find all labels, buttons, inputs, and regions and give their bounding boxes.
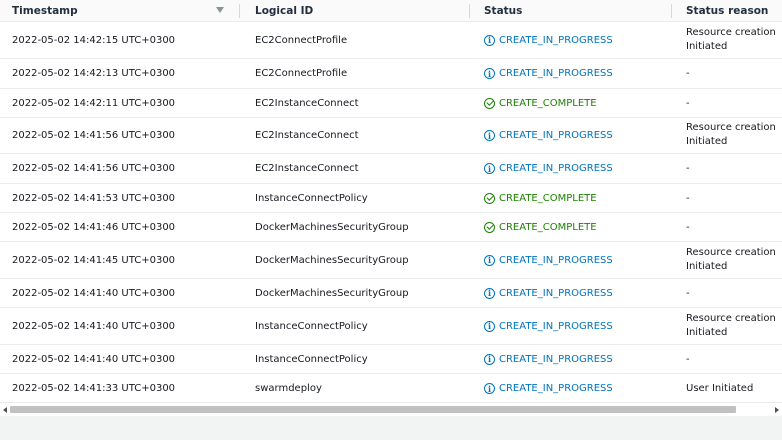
sort-down-icon[interactable] xyxy=(216,7,224,13)
scroll-left-icon[interactable] xyxy=(3,407,7,413)
cell-status-reason: Resource creation Initiated xyxy=(686,26,776,52)
cell-status-reason: - xyxy=(686,163,690,174)
table-row[interactable]: 2022-05-02 14:41:46 UTC+0300 DockerMachi… xyxy=(0,213,782,242)
horizontal-scrollbar[interactable] xyxy=(0,402,782,416)
cell-timestamp: 2022-05-02 14:41:40 UTC+0300 xyxy=(12,353,176,365)
cell-status-reason: - xyxy=(686,68,690,79)
info-circle-icon xyxy=(484,287,495,299)
column-header-status[interactable]: Status xyxy=(484,0,522,22)
table-row[interactable]: 2022-05-02 14:41:53 UTC+0300 InstanceCon… xyxy=(0,184,782,213)
table-row[interactable]: 2022-05-02 14:42:15 UTC+0300 EC2ConnectP… xyxy=(0,22,782,59)
cell-logical-id: DockerMachinesSecurityGroup xyxy=(255,254,409,266)
cell-status: CREATE_IN_PROGRESS xyxy=(484,353,613,365)
cell-timestamp: 2022-05-02 14:41:45 UTC+0300 xyxy=(12,254,176,266)
column-header-timestamp[interactable]: Timestamp xyxy=(12,0,232,22)
cell-timestamp: 2022-05-02 14:41:56 UTC+0300 xyxy=(12,130,176,141)
status-text: CREATE_COMPLETE xyxy=(499,221,597,233)
info-circle-icon xyxy=(484,130,495,141)
info-circle-icon xyxy=(484,254,495,266)
cell-logical-id: InstanceConnectPolicy xyxy=(255,353,368,365)
table-row[interactable]: 2022-05-02 14:41:45 UTC+0300 DockerMachi… xyxy=(0,242,782,279)
cell-logical-id: EC2ConnectProfile xyxy=(255,34,348,46)
table-header: Timestamp Logical ID Status Status reaso… xyxy=(0,0,782,22)
cell-status: CREATE_IN_PROGRESS xyxy=(484,34,613,46)
cell-logical-id: EC2InstanceConnect xyxy=(255,97,359,109)
cell-timestamp: 2022-05-02 14:41:46 UTC+0300 xyxy=(12,221,176,233)
table-row[interactable]: 2022-05-02 14:41:56 UTC+0300 EC2Instance… xyxy=(0,118,782,154)
cell-status: CREATE_IN_PROGRESS xyxy=(484,130,613,141)
table-row[interactable]: 2022-05-02 14:41:33 UTC+0300 swarmdeploy… xyxy=(0,374,782,404)
cell-logical-id: DockerMachinesSecurityGroup xyxy=(255,221,409,233)
status-text: CREATE_IN_PROGRESS xyxy=(499,383,613,394)
table-row[interactable]: 2022-05-02 14:41:56 UTC+0300 EC2Instance… xyxy=(0,154,782,184)
cell-status: CREATE_COMPLETE xyxy=(484,97,597,109)
cell-logical-id: EC2ConnectProfile xyxy=(255,68,348,79)
cell-logical-id: swarmdeploy xyxy=(255,383,322,394)
cell-status: CREATE_IN_PROGRESS xyxy=(484,68,613,79)
cell-status: CREATE_IN_PROGRESS xyxy=(484,287,613,299)
status-text: CREATE_IN_PROGRESS xyxy=(499,68,613,79)
cell-logical-id: EC2InstanceConnect xyxy=(255,130,359,141)
cell-status: CREATE_IN_PROGRESS xyxy=(484,163,613,174)
column-separator[interactable] xyxy=(239,4,240,18)
check-circle-icon xyxy=(484,221,495,233)
cell-status-reason: Resource creation Initiated xyxy=(686,312,776,338)
cell-status: CREATE_IN_PROGRESS xyxy=(484,383,613,394)
table-row[interactable]: 2022-05-02 14:41:40 UTC+0300 DockerMachi… xyxy=(0,279,782,308)
cell-timestamp: 2022-05-02 14:41:53 UTC+0300 xyxy=(12,192,176,204)
cell-logical-id: InstanceConnectPolicy xyxy=(255,320,368,332)
column-header-status-reason[interactable]: Status reason xyxy=(686,0,768,22)
status-text: CREATE_COMPLETE xyxy=(499,192,597,204)
cell-logical-id: EC2InstanceConnect xyxy=(255,163,359,174)
cell-timestamp: 2022-05-02 14:42:15 UTC+0300 xyxy=(12,34,176,46)
info-circle-icon xyxy=(484,383,495,394)
table-row[interactable]: 2022-05-02 14:41:40 UTC+0300 InstanceCon… xyxy=(0,308,782,345)
cell-status: CREATE_IN_PROGRESS xyxy=(484,254,613,266)
cell-status: CREATE_COMPLETE xyxy=(484,221,597,233)
cell-timestamp: 2022-05-02 14:42:11 UTC+0300 xyxy=(12,97,176,109)
cell-status: CREATE_IN_PROGRESS xyxy=(484,320,613,332)
table-row[interactable]: 2022-05-02 14:42:13 UTC+0300 EC2ConnectP… xyxy=(0,59,782,89)
cell-status-reason: - xyxy=(686,97,690,109)
scrollbar-thumb[interactable] xyxy=(10,406,736,413)
cell-status-reason: User Initiated xyxy=(686,383,754,394)
status-text: CREATE_IN_PROGRESS xyxy=(499,34,613,46)
info-circle-icon xyxy=(484,68,495,79)
page-footer-area xyxy=(0,416,782,440)
cell-timestamp: 2022-05-02 14:41:40 UTC+0300 xyxy=(12,287,176,299)
status-text: CREATE_IN_PROGRESS xyxy=(499,254,613,266)
table-row[interactable]: 2022-05-02 14:41:40 UTC+0300 InstanceCon… xyxy=(0,345,782,374)
status-text: CREATE_IN_PROGRESS xyxy=(499,130,613,141)
cell-timestamp: 2022-05-02 14:41:56 UTC+0300 xyxy=(12,163,176,174)
status-text: CREATE_IN_PROGRESS xyxy=(499,320,613,332)
status-text: CREATE_IN_PROGRESS xyxy=(499,163,613,174)
cell-logical-id: InstanceConnectPolicy xyxy=(255,192,368,204)
info-circle-icon xyxy=(484,34,495,46)
cell-status-reason: - xyxy=(686,192,690,204)
column-separator[interactable] xyxy=(469,4,470,18)
cell-logical-id: DockerMachinesSecurityGroup xyxy=(255,287,409,299)
status-text: CREATE_IN_PROGRESS xyxy=(499,353,613,365)
cell-timestamp: 2022-05-02 14:41:33 UTC+0300 xyxy=(12,383,176,394)
info-circle-icon xyxy=(484,353,495,365)
cell-status: CREATE_COMPLETE xyxy=(484,192,597,204)
cell-status-reason: - xyxy=(686,287,690,299)
status-text: CREATE_IN_PROGRESS xyxy=(499,287,613,299)
cell-status-reason: - xyxy=(686,221,690,233)
status-text: CREATE_COMPLETE xyxy=(499,97,597,109)
info-circle-icon xyxy=(484,320,495,332)
cell-timestamp: 2022-05-02 14:41:40 UTC+0300 xyxy=(12,320,176,332)
check-circle-icon xyxy=(484,192,495,204)
info-circle-icon xyxy=(484,163,495,174)
cell-timestamp: 2022-05-02 14:42:13 UTC+0300 xyxy=(12,68,176,79)
check-circle-icon xyxy=(484,97,495,109)
column-header-logical-id[interactable]: Logical ID xyxy=(255,0,313,22)
cell-status-reason: Resource creation Initiated xyxy=(686,122,776,147)
column-separator[interactable] xyxy=(671,4,672,18)
scroll-right-icon[interactable] xyxy=(775,407,779,413)
cell-status-reason: Resource creation Initiated xyxy=(686,246,776,272)
table-row[interactable]: 2022-05-02 14:42:11 UTC+0300 EC2Instance… xyxy=(0,89,782,118)
cell-status-reason: - xyxy=(686,353,690,365)
events-table-panel: Timestamp Logical ID Status Status reaso… xyxy=(0,0,782,416)
